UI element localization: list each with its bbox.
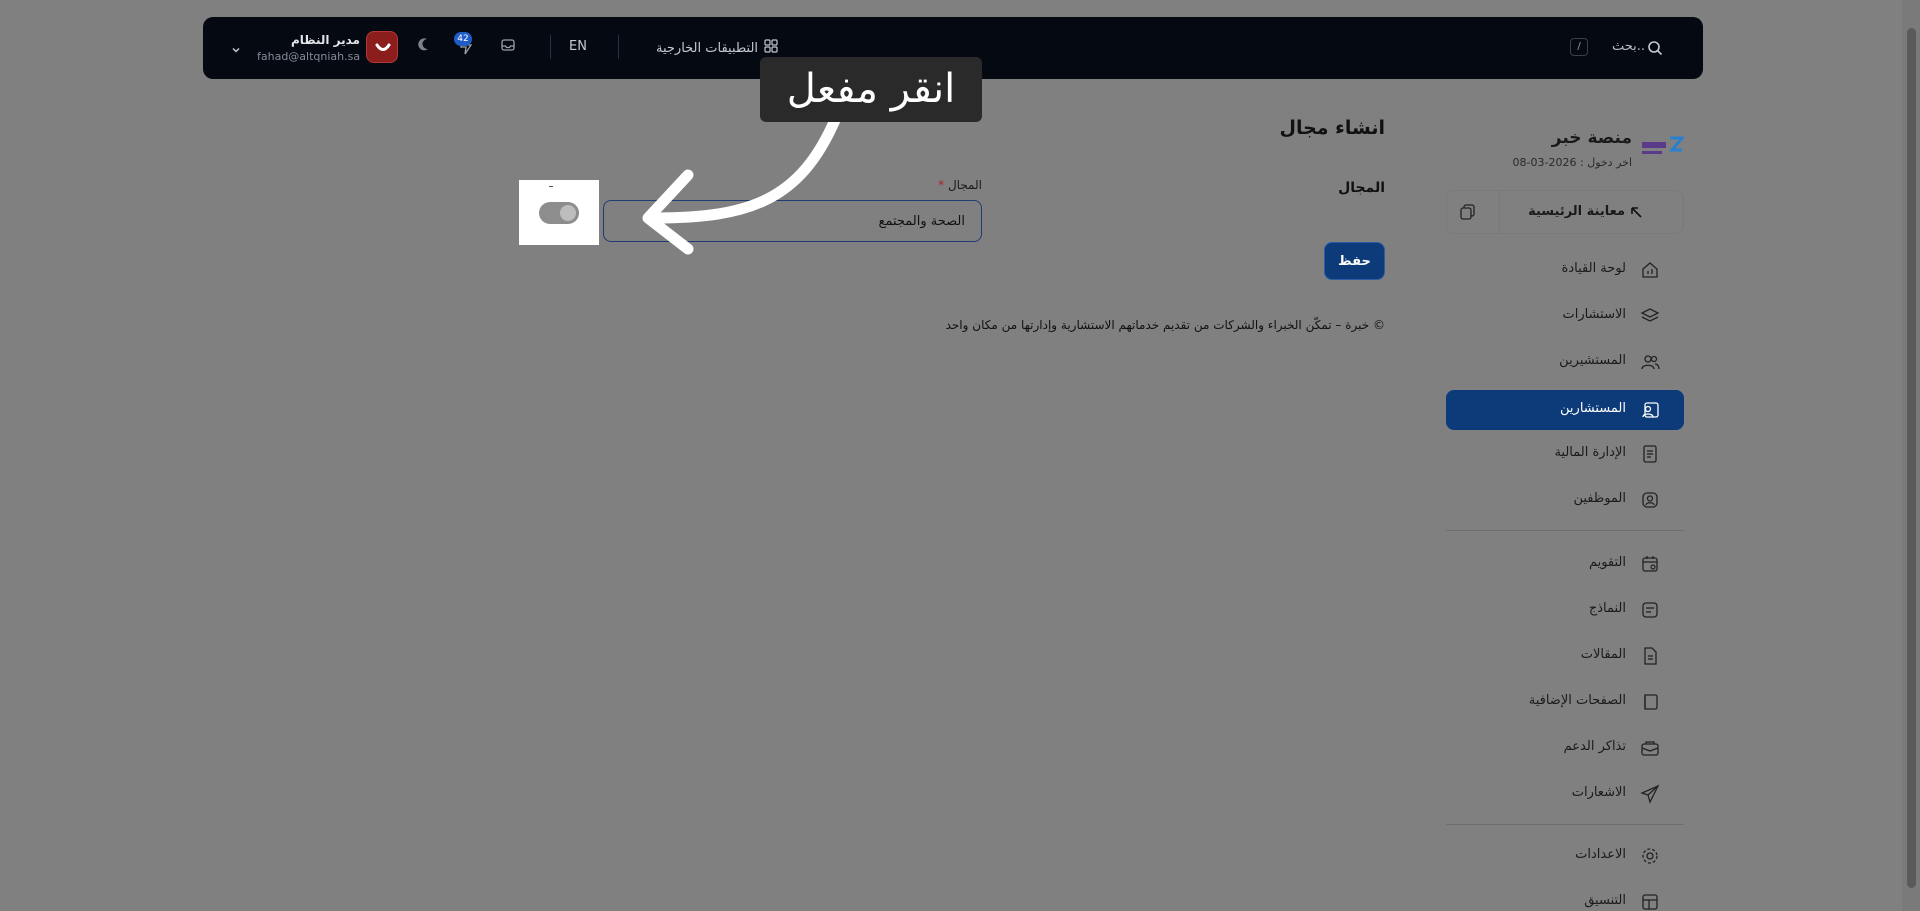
sidebar-item-label: الاشعارات: [1571, 785, 1626, 800]
sidebar-item-label: الاستشارات: [1562, 307, 1626, 322]
brand-title: منصة خبر: [1551, 128, 1632, 148]
user-card-icon: [1640, 400, 1660, 424]
sidebar-item-settings[interactable]: الاعدادات: [1446, 836, 1684, 876]
inbox-icon[interactable]: [500, 37, 516, 57]
avatar[interactable]: [366, 31, 398, 63]
scrollbar[interactable]: [1902, 0, 1920, 911]
copy-icon[interactable]: [1459, 203, 1477, 225]
layout-icon: [1640, 892, 1660, 911]
divider: [1499, 191, 1500, 233]
annotation-tooltip: انقر مفعل: [760, 57, 982, 122]
sidebar-divider: [1446, 824, 1684, 825]
sidebar-item-label: المستشيرين: [1559, 353, 1626, 368]
sidebar-item-consultants[interactable]: المستشارين: [1446, 390, 1684, 430]
footer-text: © خبرة – تمكّن الخبراء والشركات من تقديم…: [945, 318, 1385, 332]
sidebar-item-consultations[interactable]: الاستشارات: [1446, 296, 1684, 336]
toggle-knob: [560, 205, 576, 221]
domain-name-field[interactable]: [603, 200, 982, 242]
topbar-divider: [618, 35, 619, 59]
chevron-down-icon[interactable]: [230, 41, 242, 60]
sidebar-item-label: تذاكر الدعم: [1563, 739, 1626, 754]
sidebar-item-label: الصفحات الإضافية: [1528, 693, 1626, 708]
sidebar-item-label: الإدارة المالية: [1554, 445, 1626, 460]
sidebar-item-forms[interactable]: النماذج: [1446, 590, 1684, 630]
search-input[interactable]: بحث..: [1612, 39, 1645, 54]
form-icon: [1640, 600, 1660, 624]
field-label-text: المجال: [947, 178, 982, 192]
user-name: مدير النظام: [290, 33, 360, 47]
send-icon: [1640, 784, 1660, 808]
sidebar-item-layout[interactable]: التنسيق: [1446, 882, 1684, 911]
highlight-marker: [549, 186, 553, 187]
sidebar-item-label: لوحة القيادة: [1561, 261, 1626, 276]
search-shortcut-key: /: [1570, 38, 1588, 56]
arrow-up-left-icon: [1629, 204, 1643, 223]
sidebar-item-label: المستشارين: [1560, 401, 1626, 416]
section-label: المجال: [1338, 180, 1385, 196]
sidebar-item-label: التقويم: [1588, 555, 1626, 570]
external-apps-button[interactable]: التطبيقات الخارجية: [656, 39, 778, 57]
gear-icon: [1640, 846, 1660, 870]
home-preview-label: معاينة الرئيسية: [1528, 204, 1625, 219]
sidebar-item-support-tickets[interactable]: تذاكر الدعم: [1446, 728, 1684, 768]
scrollbar-thumb[interactable]: [1907, 28, 1916, 888]
sidebar-item-label: الاعدادات: [1575, 847, 1626, 862]
active-toggle[interactable]: [539, 202, 579, 224]
language-toggle[interactable]: EN: [569, 39, 587, 54]
sidebar-item-label: الموظفين: [1573, 491, 1626, 506]
notification-badge: 42: [454, 32, 472, 46]
sidebar-item-finance[interactable]: الإدارة المالية: [1446, 434, 1684, 474]
sidebar-item-label: المقالات: [1580, 647, 1626, 662]
field-label: * المجال: [935, 178, 982, 192]
sidebar-item-label: التنسيق: [1584, 893, 1626, 908]
layers-icon: [1640, 306, 1660, 330]
required-marker: *: [938, 178, 945, 192]
user-circle-icon: [1640, 490, 1660, 514]
brand-logo: [1640, 132, 1686, 162]
moon-icon[interactable]: [417, 37, 433, 57]
sidebar-item-dashboard[interactable]: لوحة القيادة: [1446, 250, 1684, 290]
sidebar-item-notifications[interactable]: الاشعارات: [1446, 774, 1684, 814]
grid-icon: [764, 39, 778, 57]
receipt-icon: [1640, 444, 1660, 468]
sidebar-item-articles[interactable]: المقالات: [1446, 636, 1684, 676]
users-icon: [1640, 352, 1660, 376]
home-preview-button[interactable]: معاينة الرئيسية: [1446, 190, 1684, 234]
ticket-icon: [1640, 738, 1660, 762]
document-icon: [1640, 646, 1660, 670]
external-apps-label: التطبيقات الخارجية: [656, 40, 759, 56]
sidebar-item-label: النماذج: [1588, 601, 1626, 616]
sidebar-item-extra-pages[interactable]: الصفحات الإضافية: [1446, 682, 1684, 722]
sidebar-item-employees[interactable]: الموظفين: [1446, 480, 1684, 520]
topbar-divider: [550, 35, 551, 59]
sidebar-divider: [1446, 530, 1684, 531]
page-icon: [1640, 692, 1660, 716]
sidebar-item-clients[interactable]: المستشيرين: [1446, 342, 1684, 382]
search-icon[interactable]: [1647, 40, 1663, 60]
home-chart-icon: [1640, 260, 1660, 284]
last-login: اخر دخول : 2026-03-08: [1512, 156, 1632, 169]
calendar-icon: [1640, 554, 1660, 578]
sidebar-item-calendar[interactable]: التقويم: [1446, 544, 1684, 584]
user-email: fahad@altqniah.sa: [257, 50, 361, 63]
page-title: انشاء مجال: [1279, 117, 1385, 139]
save-button[interactable]: حفظ: [1324, 242, 1385, 280]
active-toggle-highlight: [519, 180, 599, 245]
